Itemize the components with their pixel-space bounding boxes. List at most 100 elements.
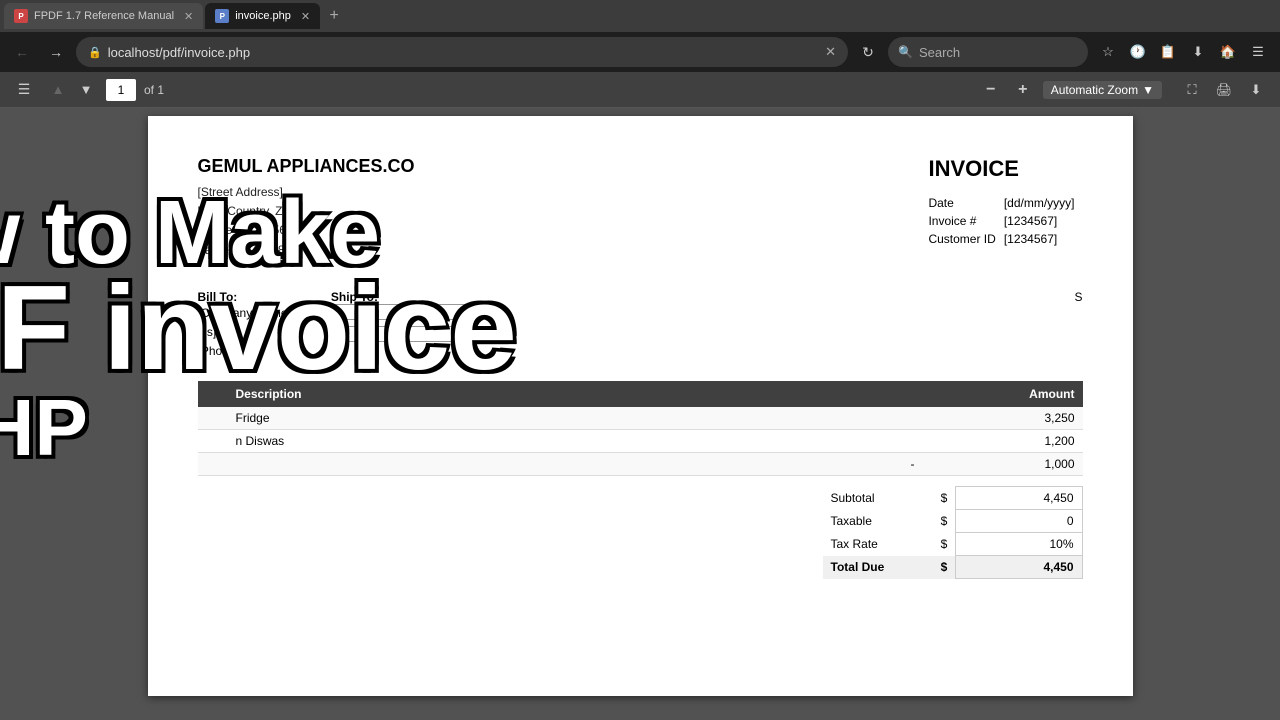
address-bar[interactable]: 🔒 localhost/pdf/invoice.php ✕: [76, 37, 848, 67]
home-icon[interactable]: 🏠: [1214, 38, 1242, 66]
item-amount: 3,250: [983, 407, 1083, 430]
item-qty: [843, 453, 903, 476]
table-row: - 1,000: [198, 453, 1083, 476]
taxrate-currency: $: [933, 533, 956, 556]
tab-close-invoice[interactable]: ✕: [301, 10, 310, 23]
shipping-date: S: [1074, 290, 1082, 362]
nav-bar: ← → 🔒 localhost/pdf/invoice.php ✕ ↻ 🔍 Se…: [0, 32, 1280, 72]
date-label: Date: [928, 194, 1003, 212]
taxable-label: Taxable: [823, 510, 933, 533]
customer-id-label: Customer ID: [928, 230, 1003, 248]
nav-icons: ☆ 🕐 📋 ⬇ 🏠 ☰: [1094, 38, 1272, 66]
company-fax: Fax [+12345678]: [198, 241, 415, 260]
item-num: [198, 453, 228, 476]
invoice-num-label: Invoice #: [928, 212, 1003, 230]
menu-icon[interactable]: ☰: [1244, 38, 1272, 66]
item-desc: n Diswas: [228, 430, 843, 453]
bill-to-name: [Company Name]: [198, 304, 291, 323]
ship-to-label: Ship To:: [331, 290, 378, 304]
invoice-header: GEMUL APPLIANCES.CO [Street Address] [Ci…: [198, 156, 1083, 260]
main-area: How to Make PDF invoice in PHP GEMUL APP…: [0, 108, 1280, 720]
pdf-zoom-out[interactable]: −: [979, 78, 1003, 102]
bill-to-phone: [Phone]: [198, 342, 291, 361]
pdf-sidebar-toggle[interactable]: ☰: [10, 76, 38, 104]
pdf-navigation: ▲ ▼: [46, 78, 98, 102]
pdf-zoom-label: Automatic Zoom: [1051, 83, 1138, 97]
company-city: [City, Country, ZIP]: [198, 202, 415, 221]
search-input-placeholder: Search: [919, 45, 960, 60]
invoice-title-section: INVOICE Date [dd/mm/yyyy] Invoice # [123…: [928, 156, 1082, 260]
reload-icon[interactable]: ✕: [825, 44, 836, 60]
company-address: [Street Address]: [198, 183, 415, 202]
back-button[interactable]: ←: [8, 38, 36, 66]
pdf-page-of: of 1: [144, 83, 164, 97]
pdf-prev-page[interactable]: ▲: [46, 78, 70, 102]
totaldue-value: 4,450: [956, 556, 1082, 579]
readinglist-icon[interactable]: 📋: [1154, 38, 1182, 66]
item-num: [198, 430, 228, 453]
tab-close-fpdf[interactable]: ✕: [184, 10, 193, 23]
pdf-print[interactable]: 🖨: [1210, 76, 1238, 104]
bookmark-icon[interactable]: ☆: [1094, 38, 1122, 66]
company-info: GEMUL APPLIANCES.CO [Street Address] [Ci…: [198, 156, 415, 260]
tab-fpdf[interactable]: P FPDF 1.7 Reference Manual ✕: [4, 3, 203, 29]
tab-label-fpdf: FPDF 1.7 Reference Manual: [34, 10, 174, 22]
bill-to: Bill To: [Company Name] [ss] [Phone]: [198, 290, 291, 362]
pdf-zoom-in[interactable]: +: [1011, 78, 1035, 102]
items-table: Description Amount Fridge 3,250 n Diswas: [198, 381, 1083, 476]
customer-id-value: [1234567]: [1004, 230, 1083, 248]
bill-to-address: [ss]: [198, 323, 291, 342]
forward-button[interactable]: →: [42, 38, 70, 66]
col-num: [198, 381, 228, 407]
reload-button[interactable]: ↻: [854, 38, 882, 66]
invoice-title: INVOICE: [928, 156, 1082, 182]
taxable-row: Taxable $ 0: [823, 510, 1083, 533]
totaldue-row: Total Due $ 4,450: [823, 556, 1083, 579]
totaldue-currency: $: [933, 556, 956, 579]
item-price: -: [903, 453, 983, 476]
item-amount: 1,200: [983, 430, 1083, 453]
tab-invoice[interactable]: P invoice.php ✕: [205, 3, 320, 29]
download-icon[interactable]: ⬇: [1184, 38, 1212, 66]
invoice-num-value: [1234567]: [1004, 212, 1083, 230]
taxrate-row: Tax Rate $ 10%: [823, 533, 1083, 556]
pdf-zoom-select[interactable]: Automatic Zoom ▼: [1043, 81, 1162, 99]
ship-to: Ship To:: [331, 290, 481, 362]
history-icon[interactable]: 🕐: [1124, 38, 1152, 66]
item-qty: [843, 407, 903, 430]
tab-label-invoice: invoice.php: [235, 10, 291, 22]
bill-to-section: Bill To: [Company Name] [ss] [Phone] Shi…: [198, 290, 1083, 362]
subtotal-label: Subtotal: [823, 487, 933, 510]
subtotal-value: 4,450: [956, 487, 1082, 510]
table-row: n Diswas 1,200: [198, 430, 1083, 453]
invoice-meta: Date [dd/mm/yyyy] Invoice # [1234567] Cu…: [928, 194, 1082, 248]
tab-favicon-fpdf: P: [14, 9, 28, 23]
totaldue-label: Total Due: [823, 556, 933, 579]
bill-to-label: Bill To:: [198, 290, 238, 304]
col-qty: [843, 381, 903, 407]
totals-section: Subtotal $ 4,450 Taxable $ 0 Tax Rate $ …: [198, 486, 1083, 579]
col-price: [903, 381, 983, 407]
col-description: Description: [228, 381, 843, 407]
address-text: localhost/pdf/invoice.php: [108, 45, 819, 60]
new-tab-button[interactable]: +: [322, 4, 346, 28]
item-qty: [843, 430, 903, 453]
pdf-download[interactable]: ⬇: [1242, 76, 1270, 104]
pdf-zoom-dropdown-icon: ▼: [1142, 83, 1154, 97]
item-price: [903, 407, 983, 430]
pdf-toolbar: ☰ ▲ ▼ of 1 − + Automatic Zoom ▼ ⛶ 🖨 ⬇: [0, 72, 1280, 108]
tab-favicon-invoice: P: [215, 9, 229, 23]
pdf-right-tools: ⛶ 🖨 ⬇: [1178, 76, 1270, 104]
item-num: [198, 407, 228, 430]
col-amount: Amount: [983, 381, 1083, 407]
taxrate-value: 10%: [956, 533, 1082, 556]
pdf-next-page[interactable]: ▼: [74, 78, 98, 102]
pdf-fullscreen[interactable]: ⛶: [1178, 76, 1206, 104]
pdf-page-input[interactable]: [106, 79, 136, 101]
date-value: [dd/mm/yyyy]: [1004, 194, 1083, 212]
item-amount: 1,000: [983, 453, 1083, 476]
item-price: [903, 430, 983, 453]
taxrate-label: Tax Rate: [823, 533, 933, 556]
search-bar[interactable]: 🔍 Search: [888, 37, 1088, 67]
subtotal-row: Subtotal $ 4,450: [823, 487, 1083, 510]
